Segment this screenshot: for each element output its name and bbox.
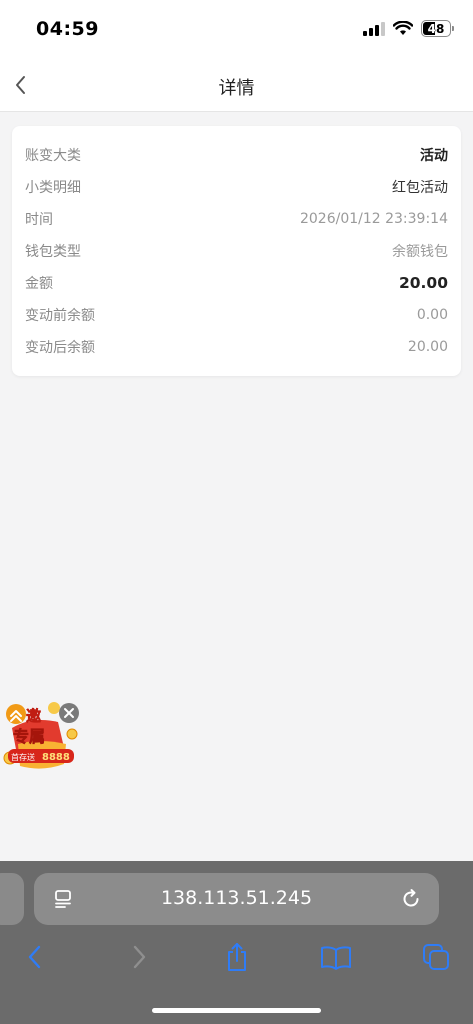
detail-label: 小类明细 — [25, 180, 81, 196]
browser-toolbar: 138.113.51.245 — [0, 861, 473, 1024]
bookmarks-button[interactable] — [318, 941, 354, 973]
wifi-icon — [393, 21, 413, 35]
browser-back-button[interactable] — [18, 941, 54, 973]
detail-value: 活动 — [420, 148, 448, 164]
detail-label: 账变大类 — [25, 148, 81, 164]
detail-row-balance-after: 变动后余额 20.00 — [25, 336, 448, 358]
detail-value: 余额钱包 — [392, 244, 448, 260]
promo-title: 专属 — [13, 727, 45, 746]
detail-value: 20.00 — [398, 274, 448, 292]
browser-forward-button[interactable] — [120, 941, 156, 973]
promo-badge: 首存送 — [11, 752, 35, 762]
tabs-icon — [423, 944, 449, 970]
home-indicator — [152, 1008, 321, 1013]
book-icon — [321, 946, 351, 970]
reload-icon[interactable] — [399, 887, 423, 911]
detail-label: 时间 — [25, 212, 53, 228]
page-title: 详情 — [218, 78, 255, 99]
detail-row-category: 账变大类 活动 — [25, 144, 448, 166]
detail-row-wallet-type: 钱包类型 余额钱包 — [25, 240, 448, 262]
status-icons: 48 — [363, 20, 454, 37]
nav-bar: 详情 — [0, 60, 473, 112]
detail-label: 变动前余额 — [25, 308, 95, 324]
detail-row-balance-before: 变动前余额 0.00 — [25, 304, 448, 326]
detail-row-subcategory: 小类明细 红包活动 — [25, 176, 448, 198]
detail-card: 账变大类 活动 小类明细 红包活动 时间 2026/01/12 23:39:14… — [12, 126, 461, 376]
detail-value: 2026/01/12 23:39:14 — [299, 211, 448, 227]
chevron-right-icon — [133, 945, 146, 969]
detail-value: 20.00 — [407, 339, 448, 355]
chevron-left-icon — [28, 945, 41, 969]
battery-icon: 48 — [421, 20, 454, 37]
detail-label: 钱包类型 — [25, 244, 81, 260]
detail-label: 金额 — [25, 276, 53, 292]
detail-row-time: 时间 2026/01/12 23:39:14 — [25, 208, 448, 230]
url-text: 138.113.51.245 — [160, 887, 313, 909]
tabs-button[interactable] — [418, 941, 454, 973]
promo-title-top: 邀 — [26, 707, 41, 725]
status-time: 04:59 — [36, 18, 99, 40]
address-bar[interactable]: 138.113.51.245 — [34, 873, 439, 925]
detail-row-amount: 金额 20.00 — [25, 272, 448, 294]
share-icon — [228, 943, 246, 971]
detail-label: 变动后余额 — [25, 340, 95, 356]
previous-tab-preview[interactable] — [0, 873, 24, 925]
cellular-signal-icon — [363, 21, 385, 36]
close-icon[interactable] — [58, 702, 80, 724]
detail-value: 0.00 — [416, 307, 448, 323]
promo-amount: 8888 — [42, 752, 70, 763]
status-bar: 04:59 48 — [0, 0, 473, 60]
share-button[interactable] — [219, 941, 255, 973]
promo-floating-widget[interactable]: 邀 专属 首存送 8888 — [2, 700, 82, 780]
battery-level: 48 — [427, 21, 445, 36]
detail-value: 红包活动 — [392, 180, 448, 196]
